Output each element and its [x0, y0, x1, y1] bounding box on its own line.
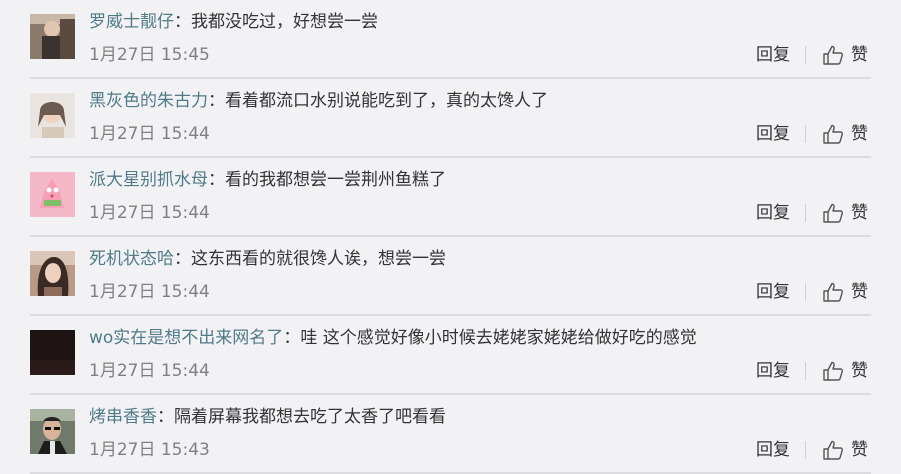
- thumbs-up-icon: [823, 282, 843, 302]
- thumbs-up-icon: [823, 124, 843, 144]
- comment-username[interactable]: 烤串香香: [89, 407, 157, 427]
- action-divider: [805, 283, 806, 301]
- comment-item: 罗威士靓仔：我都没吃过，好想尝一尝 1月27日 15:45 回复 赞: [0, 0, 901, 79]
- comment-text: 哇 这个感觉好像小时候去姥姥家姥姥给做好吃的感觉: [300, 328, 697, 348]
- comment-colon: ：: [283, 328, 301, 348]
- avatar[interactable]: [30, 409, 75, 454]
- like-label: 赞: [851, 203, 868, 223]
- action-divider: [805, 46, 806, 64]
- avatar-image: [30, 172, 75, 217]
- avatar-image: [30, 330, 75, 375]
- comment-time: 1月27日 15:44: [89, 203, 210, 223]
- comment-colon: ：: [208, 91, 225, 111]
- comment-time: 1月27日 15:44: [89, 124, 210, 144]
- avatar-image: [30, 93, 75, 138]
- action-divider: [805, 125, 806, 143]
- avatar[interactable]: [30, 251, 75, 296]
- avatar-image: [30, 409, 75, 454]
- avatar-image: [30, 251, 75, 296]
- comment-text: 隔着屏幕我都想去吃了太香了吧看看: [174, 407, 446, 427]
- avatar[interactable]: [30, 14, 75, 59]
- action-divider: [805, 441, 806, 459]
- reply-button[interactable]: 回复: [756, 280, 790, 304]
- thumbs-up-icon: [823, 203, 843, 223]
- comment-item: 死机状态哈：这东西看的就很馋人诶，想尝一尝 1月27日 15:44 回复 赞: [0, 237, 901, 316]
- reply-button[interactable]: 回复: [756, 43, 790, 67]
- reply-button[interactable]: 回复: [756, 438, 790, 462]
- comment-username[interactable]: 罗威士靓仔: [89, 12, 174, 32]
- avatar[interactable]: [30, 330, 75, 375]
- like-label: 赞: [851, 45, 868, 65]
- comment-username[interactable]: 派大星别抓水母: [89, 170, 208, 190]
- comment-colon: ：: [174, 12, 191, 32]
- comment-text: 看着都流口水别说能吃到了，真的太馋人了: [225, 91, 548, 111]
- action-divider: [805, 204, 806, 222]
- comment-username[interactable]: 黑灰色的朱古力: [89, 91, 208, 111]
- thumbs-up-icon: [823, 45, 843, 65]
- comment-item: 派大星别抓水母：看的我都想尝一尝荆州鱼糕了 1月27日 15:44 回复 赞: [0, 158, 901, 237]
- comment-text: 看的我都想尝一尝荆州鱼糕了: [225, 170, 446, 190]
- comment-item: wo实在是想不出来网名了：哇 这个感觉好像小时候去姥姥家姥姥给做好吃的感觉 1月…: [0, 316, 901, 395]
- like-label: 赞: [851, 282, 868, 302]
- comment-time: 1月27日 15:43: [89, 440, 210, 460]
- reply-button[interactable]: 回复: [756, 122, 790, 146]
- comment-item: 烤串香香：隔着屏幕我都想去吃了太香了吧看看 1月27日 15:43 回复 赞: [0, 395, 901, 474]
- comment-colon: ：: [174, 249, 191, 269]
- like-label: 赞: [851, 124, 868, 144]
- comment-colon: ：: [208, 170, 225, 190]
- comment-username[interactable]: 死机状态哈: [89, 249, 174, 269]
- thumbs-up-icon: [823, 361, 843, 381]
- avatar[interactable]: [30, 172, 75, 217]
- comment-item: 黑灰色的朱古力：看着都流口水别说能吃到了，真的太馋人了 1月27日 15:44 …: [0, 79, 901, 158]
- action-divider: [805, 362, 806, 380]
- comment-time: 1月27日 15:44: [89, 282, 210, 302]
- comment-colon: ：: [157, 407, 174, 427]
- avatar[interactable]: [30, 93, 75, 138]
- thumbs-up-icon: [823, 440, 843, 460]
- comment-text: 我都没吃过，好想尝一尝: [191, 12, 378, 32]
- like-label: 赞: [851, 361, 868, 381]
- like-label: 赞: [851, 440, 868, 460]
- comment-list: 罗威士靓仔：我都没吃过，好想尝一尝 1月27日 15:45 回复 赞 黑灰色的朱…: [0, 0, 901, 474]
- comment-time: 1月27日 15:45: [89, 45, 210, 65]
- reply-button[interactable]: 回复: [756, 201, 790, 225]
- comment-time: 1月27日 15:44: [89, 361, 210, 381]
- reply-button[interactable]: 回复: [756, 359, 790, 383]
- comment-username[interactable]: wo实在是想不出来网名了: [89, 328, 283, 348]
- avatar-image: [30, 14, 75, 59]
- comment-text: 这东西看的就很馋人诶，想尝一尝: [191, 249, 446, 269]
